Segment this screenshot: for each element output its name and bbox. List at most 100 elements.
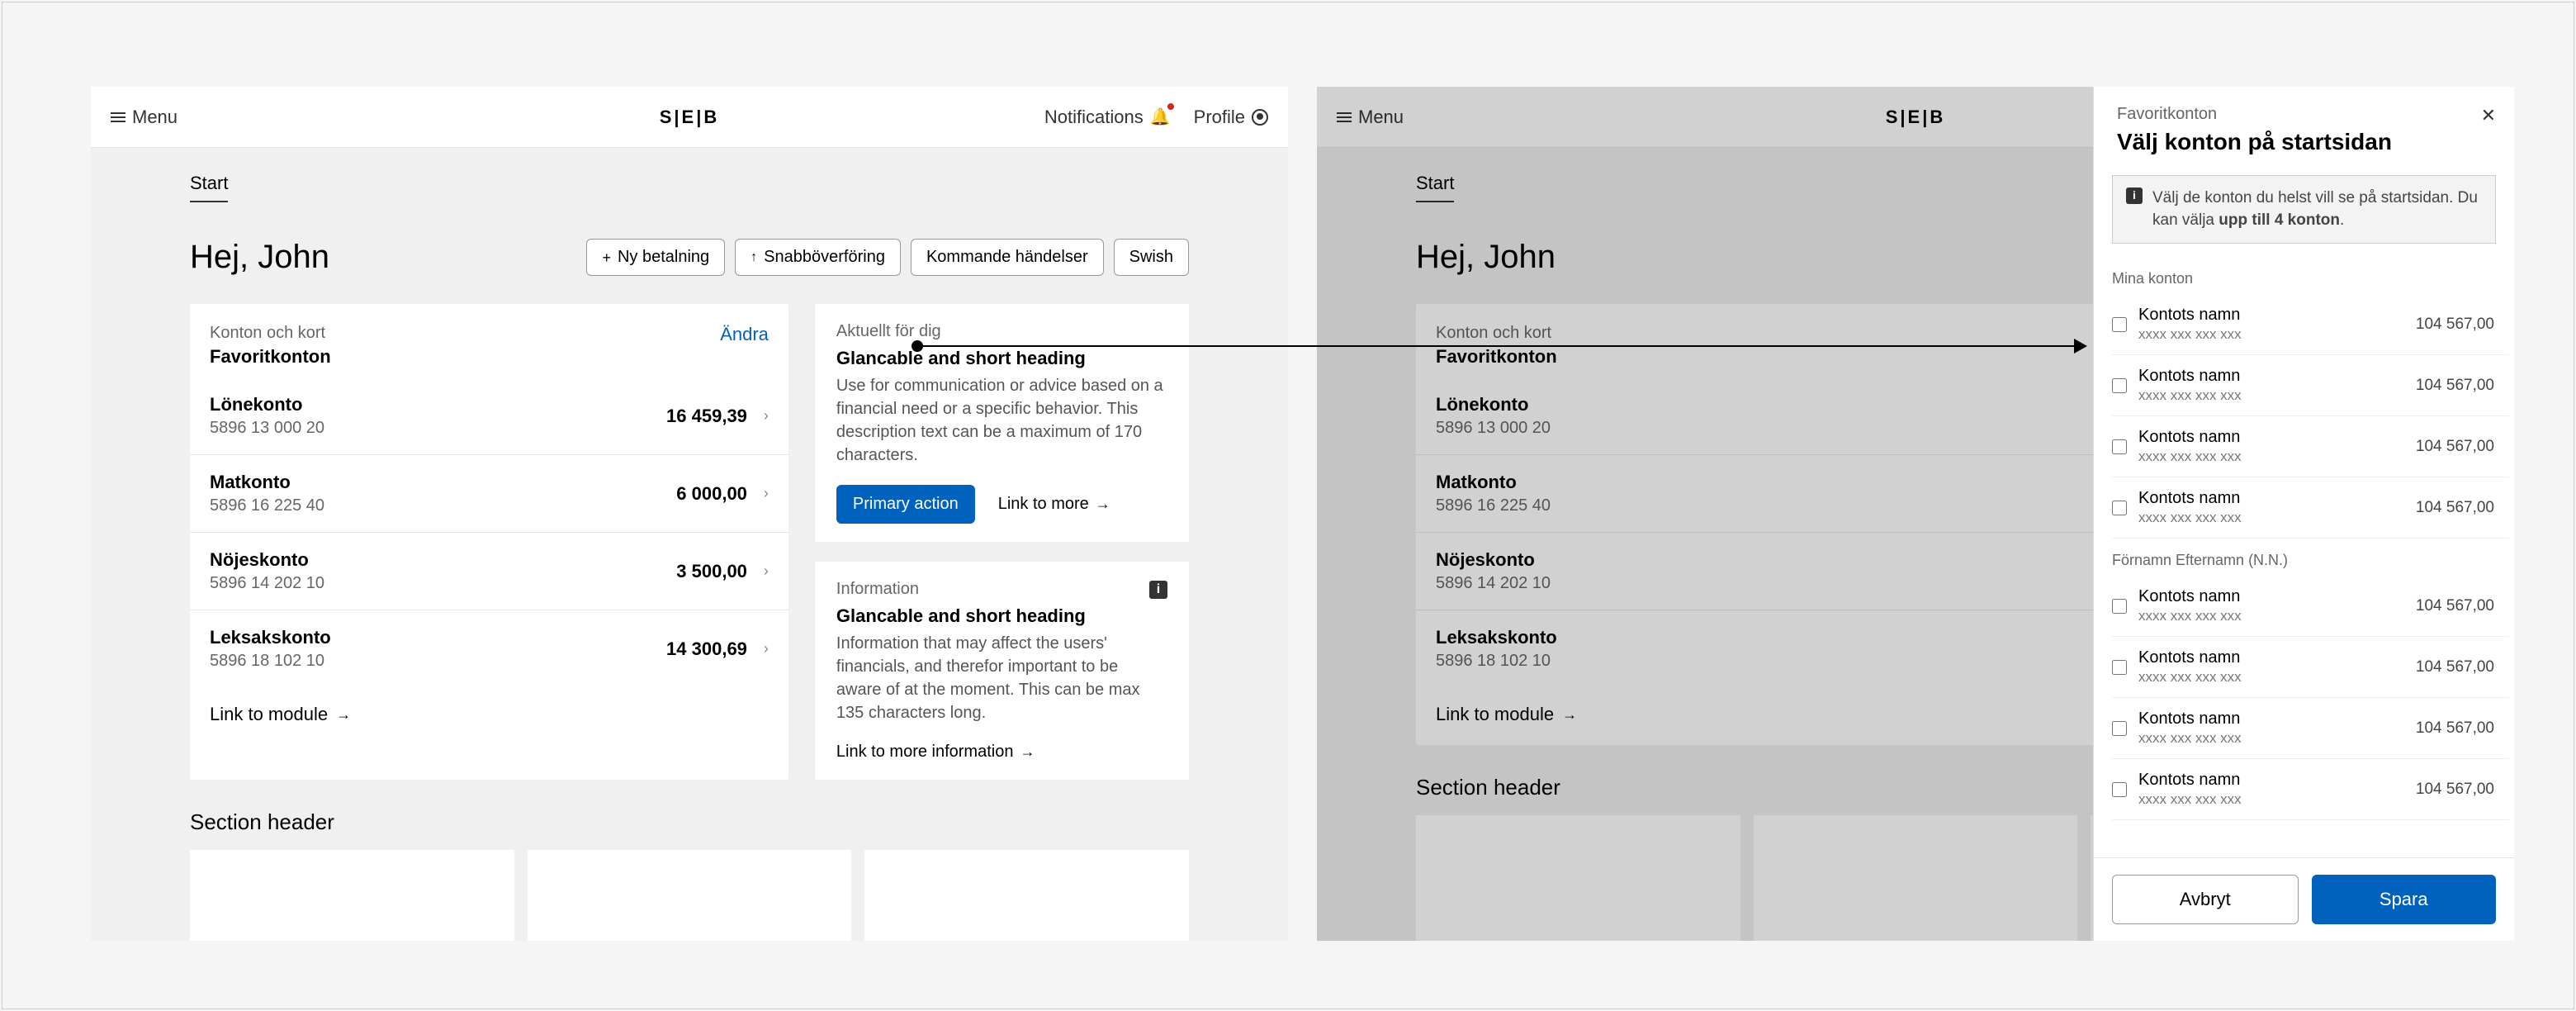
burger-icon	[111, 112, 125, 122]
info-eyebrow: Information	[836, 580, 919, 599]
save-button[interactable]: Spara	[2312, 875, 2497, 924]
annotation-arrow	[916, 345, 2081, 347]
account-number: xxxx xxx xxx xxx	[2138, 730, 2242, 747]
arrow-right-icon: →	[336, 706, 351, 724]
brand-logo: S|E|B	[660, 107, 720, 128]
info-heading: Glancable and short heading	[836, 605, 1167, 627]
account-checkbox[interactable]	[2112, 501, 2127, 515]
drawer-eyebrow: Favoritkonton	[2117, 105, 2491, 124]
account-number: 5896 13 000 20	[210, 419, 324, 438]
account-checkbox[interactable]	[2112, 378, 2127, 393]
account-balance: 104 567,00	[2416, 719, 2509, 738]
tab-start[interactable]: Start	[190, 166, 228, 202]
account-checkbox[interactable]	[2112, 439, 2127, 454]
relevant-eyebrow: Aktuellt för dig	[836, 322, 941, 341]
avatar-icon	[1252, 109, 1268, 126]
account-balance: 16 459,39	[666, 406, 747, 427]
account-name: Kontots namn	[2138, 648, 2242, 667]
menu-button[interactable]: Menu	[111, 107, 178, 128]
plus-icon: +	[602, 250, 611, 265]
placeholder-card	[528, 850, 852, 941]
upcoming-events-button[interactable]: Kommande händelser	[911, 239, 1104, 276]
account-balance: 104 567,00	[2416, 438, 2509, 456]
page-title: Hej, John	[190, 239, 329, 276]
account-number: xxxx xxx xxx xxx	[2138, 608, 2242, 624]
bell-icon: 🔔	[1150, 107, 1171, 127]
account-checkbox[interactable]	[2112, 317, 2127, 332]
account-balance: 104 567,00	[2416, 781, 2509, 799]
cancel-button[interactable]: Avbryt	[2112, 875, 2299, 924]
accounts-eyebrow: Konton och kort	[210, 324, 331, 343]
account-balance: 3 500,00	[676, 561, 747, 582]
change-link[interactable]: Ändra	[720, 324, 769, 345]
placeholder-card	[190, 850, 514, 941]
account-number: xxxx xxx xxx xxx	[2138, 669, 2242, 686]
account-option-row[interactable]: Kontots namn xxxx xxx xxx xxx 104 567,00	[2112, 416, 2509, 477]
account-name: Nöjeskonto	[210, 549, 324, 571]
account-row[interactable]: Lönekonto 5896 13 000 20 16 459,39 ›	[190, 377, 788, 455]
account-option-row[interactable]: Kontots namn xxxx xxx xxx xxx 104 567,00	[2112, 637, 2509, 698]
account-checkbox[interactable]	[2112, 599, 2127, 614]
account-balance: 104 567,00	[2416, 597, 2509, 615]
drawer-title: Välj konton på startsidan	[2117, 129, 2491, 155]
swish-button[interactable]: Swish	[1114, 239, 1189, 276]
placeholder-card	[864, 850, 1189, 941]
account-option-row[interactable]: Kontots namn xxxx xxx xxx xxx 104 567,00	[2112, 576, 2509, 637]
quick-transfer-button[interactable]: ↑Snabböverföring	[735, 239, 901, 276]
profile-link[interactable]: Profile	[1194, 107, 1268, 128]
account-number: xxxx xxx xxx xxx	[2138, 326, 2242, 343]
account-group-label: Mina konton	[2112, 270, 2509, 287]
account-checkbox[interactable]	[2112, 721, 2127, 736]
account-option-row[interactable]: Kontots namn xxxx xxx xxx xxx 104 567,00	[2112, 477, 2509, 539]
info-desc: Information that may affect the users' f…	[836, 632, 1167, 724]
account-name: Kontots namn	[2138, 710, 2242, 729]
account-name: Matkonto	[210, 472, 324, 493]
annotation-arrowhead	[2074, 339, 2087, 354]
menu-label: Menu	[132, 107, 178, 128]
account-number: 5896 18 102 10	[210, 652, 331, 671]
select-accounts-drawer: Favoritkonton Välj konton på startsidan …	[2093, 87, 2514, 941]
account-group-label: Förnamn Efternamn (N.N.)	[2112, 552, 2509, 569]
information-card: Information i Glancable and short headin…	[815, 562, 1189, 780]
account-number: 5896 16 225 40	[210, 496, 324, 515]
link-to-more[interactable]: Link to more→	[998, 495, 1110, 514]
account-row[interactable]: Nöjeskonto 5896 14 202 10 3 500,00 ›	[190, 533, 788, 610]
account-checkbox[interactable]	[2112, 660, 2127, 675]
account-option-row[interactable]: Kontots namn xxxx xxx xxx xxx 104 567,00	[2112, 294, 2509, 355]
chevron-right-icon: ›	[764, 407, 769, 425]
account-option-row[interactable]: Kontots namn xxxx xxx xxx xxx 104 567,00	[2112, 759, 2509, 820]
account-row[interactable]: Leksakskonto 5896 18 102 10 14 300,69 ›	[190, 610, 788, 687]
accounts-title: Favoritkonton	[210, 346, 331, 368]
account-balance: 104 567,00	[2416, 499, 2509, 517]
link-to-more-info[interactable]: Link to more information→	[836, 743, 1035, 762]
favorite-accounts-card: Konton och kort Favoritkonton Ändra Löne…	[190, 304, 788, 780]
profile-label: Profile	[1194, 107, 1245, 128]
account-balance: 104 567,00	[2416, 658, 2509, 676]
account-balance: 6 000,00	[676, 483, 747, 505]
account-name: Kontots namn	[2138, 587, 2242, 606]
account-name: Lönekonto	[210, 394, 324, 415]
relevant-desc: Use for communication or advice based on…	[836, 374, 1167, 467]
notifications-link[interactable]: Notifications 🔔	[1044, 107, 1171, 128]
close-icon[interactable]: ✕	[2481, 105, 2496, 126]
new-payment-button[interactable]: +Ny betalning	[586, 239, 725, 276]
relevant-card: Aktuellt för dig Glancable and short hea…	[815, 304, 1189, 542]
primary-action-button[interactable]: Primary action	[836, 485, 975, 524]
account-row[interactable]: Matkonto 5896 16 225 40 6 000,00 ›	[190, 455, 788, 533]
chevron-right-icon: ›	[764, 562, 769, 580]
account-name: Kontots namn	[2138, 489, 2242, 508]
up-arrow-icon: ↑	[751, 250, 757, 265]
chevron-right-icon: ›	[764, 640, 769, 657]
account-number: 5896 14 202 10	[210, 574, 324, 593]
account-balance: 14 300,69	[666, 638, 747, 660]
link-to-module[interactable]: Link to module →	[190, 687, 371, 725]
account-balance: 104 567,00	[2416, 377, 2509, 395]
account-option-row[interactable]: Kontots namn xxxx xxx xxx xxx 104 567,00	[2112, 355, 2509, 416]
notifications-label: Notifications	[1044, 107, 1144, 128]
drawer-info-box: i Välj de konton du helst vill se på sta…	[2112, 175, 2496, 244]
account-checkbox[interactable]	[2112, 782, 2127, 797]
info-icon: i	[1149, 581, 1167, 599]
account-balance: 104 567,00	[2416, 316, 2509, 334]
account-option-row[interactable]: Kontots namn xxxx xxx xxx xxx 104 567,00	[2112, 698, 2509, 759]
arrow-right-icon: →	[1096, 496, 1110, 513]
